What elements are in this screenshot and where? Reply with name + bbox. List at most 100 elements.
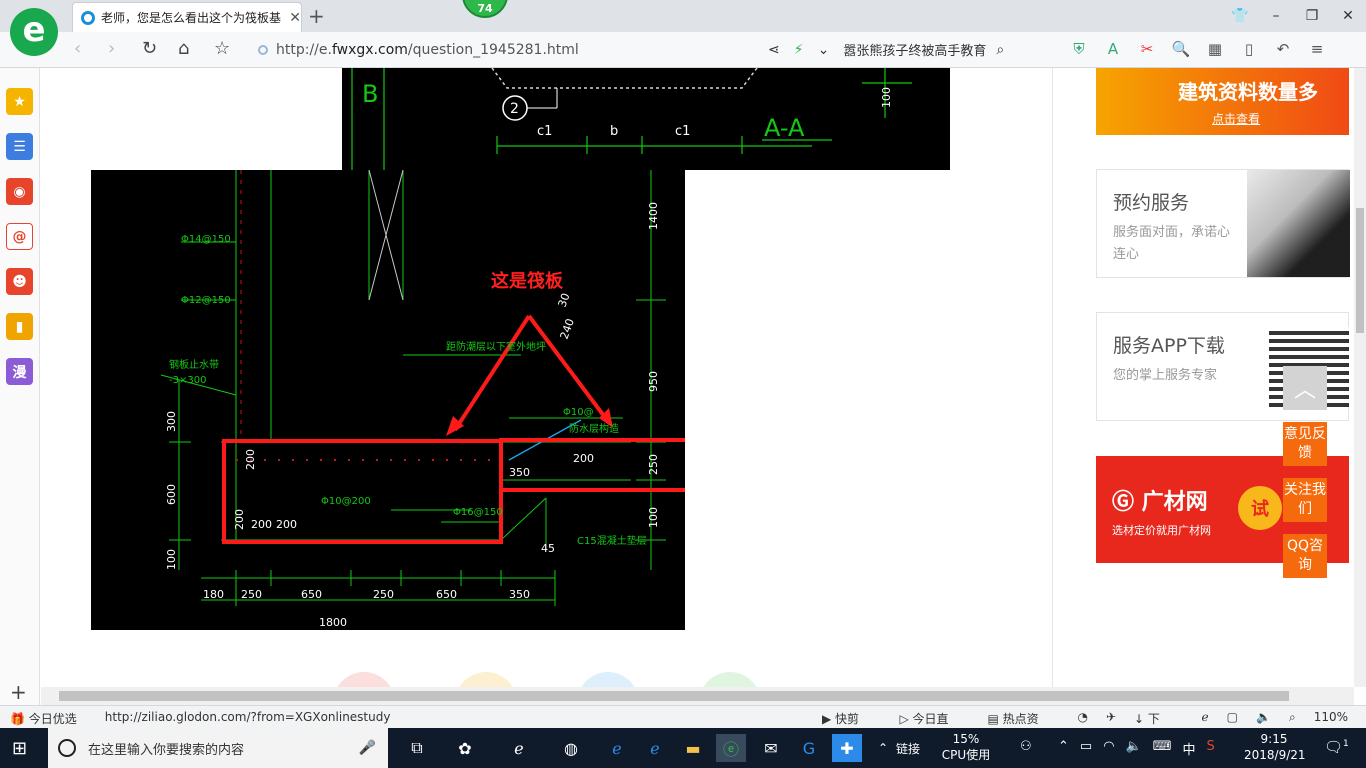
cad-dim-c1b: c1 xyxy=(675,124,690,139)
close-button[interactable]: ✕ xyxy=(1330,0,1366,32)
share-icon[interactable]: ⋖ xyxy=(768,42,780,58)
page-info-icon[interactable] xyxy=(258,45,268,55)
card2-title: 服务APP下载 xyxy=(1113,335,1225,357)
dim-240: 240 xyxy=(558,317,577,341)
search-suggestion[interactable]: 嚣张熊孩子终被高手教育 xyxy=(843,40,986,59)
dim-bottom-3: 250 xyxy=(373,588,394,601)
favorite-star-icon[interactable]: ☆ xyxy=(214,38,230,59)
keyboard-icon[interactable]: ⌨ xyxy=(1153,739,1172,758)
cpu-meter: 15% CPU使用 xyxy=(938,731,994,763)
browser-window: e 老师，您是怎么看出这个为筏板基 ✕ + 74 👕 – ❐ ✕ ‹ › ↻ ⌂… xyxy=(0,0,1366,768)
back-icon[interactable]: ‹ xyxy=(74,38,81,59)
vertical-scroll-thumb[interactable] xyxy=(1356,208,1364,333)
minimize-button[interactable]: – xyxy=(1258,0,1294,32)
clock-date: 2018/9/21 xyxy=(1244,748,1306,762)
cad-dim-b: b xyxy=(610,124,618,139)
fan-app-icon[interactable]: ✿ xyxy=(450,734,480,762)
wifi-icon[interactable]: ◠ xyxy=(1103,739,1114,758)
windows-start-icon[interactable]: ⊞ xyxy=(12,738,27,759)
ie-tab-icon xyxy=(81,10,95,25)
left-sidebar: ★ ☰ ◉ @ ☻ ▮ 漫 + xyxy=(0,68,40,705)
horizontal-scroll-thumb[interactable] xyxy=(59,691,1289,701)
chrome-like-icon[interactable]: ◍ xyxy=(556,734,586,762)
undo-icon[interactable]: ↶ xyxy=(1266,40,1300,58)
translate-icon[interactable]: A xyxy=(1096,40,1130,58)
taskbar-search-placeholder: 在这里输入你要搜索的内容 xyxy=(88,742,245,758)
scissors-icon[interactable]: ✂ xyxy=(1130,40,1164,58)
cad-drawing-top: B 2 c1 b c1 A-A 100 xyxy=(342,68,950,170)
ime-indicator[interactable]: 中 xyxy=(1183,739,1196,758)
bottom-icon-1[interactable] xyxy=(333,672,395,687)
back-to-top-button[interactable]: ︿ xyxy=(1283,366,1327,410)
teamviewer-icon[interactable]: ✚ xyxy=(832,734,862,762)
bottom-icon-3[interactable] xyxy=(577,672,639,687)
game-icon[interactable]: ☻ xyxy=(6,268,33,295)
follow-us-button[interactable]: 关注我们 xyxy=(1283,478,1327,522)
people-icon[interactable]: ⚇ xyxy=(1020,739,1032,754)
speaker-icon[interactable]: 🔈 xyxy=(1126,739,1142,758)
apps-icon[interactable]: ▦ xyxy=(1198,40,1232,58)
refresh-icon[interactable]: ↻ xyxy=(142,38,157,59)
mail-app-icon[interactable]: ✉ xyxy=(756,734,786,762)
device-icon[interactable]: ▯ xyxy=(1232,40,1266,58)
glodon-icon[interactable]: G xyxy=(794,734,824,762)
horizontal-scrollbar[interactable] xyxy=(41,687,1354,705)
weibo-icon[interactable]: ◉ xyxy=(6,178,33,205)
sogou-icon[interactable]: S xyxy=(1207,739,1215,758)
booking-service-card[interactable]: 预约服务 服务面对面，承诺心连心 xyxy=(1096,169,1350,278)
browser-logo[interactable]: e xyxy=(10,8,58,56)
notification-badge[interactable]: 74 xyxy=(462,0,508,18)
maximize-button[interactable]: ❐ xyxy=(1294,0,1330,32)
ad1-link[interactable]: 点击查看 xyxy=(1212,110,1260,127)
browser-tab[interactable]: 老师，您是怎么看出这个为筏板基 ✕ xyxy=(72,2,302,32)
shield-icon[interactable]: ⛨ xyxy=(1062,40,1096,58)
address-bar[interactable]: http://e.fwxgx.com/question_1945281.html xyxy=(258,37,758,63)
taskbar-search[interactable]: 在这里输入你要搜索的内容 🎤 xyxy=(48,728,388,768)
action-center-icon[interactable]: 🗨1 xyxy=(1324,738,1349,756)
tab-close-icon[interactable]: ✕ xyxy=(289,10,301,26)
task-view-icon[interactable]: ⧉ xyxy=(402,734,432,762)
news-icon[interactable]: ☰ xyxy=(6,133,33,160)
menu-icon[interactable]: ≡ xyxy=(1300,40,1334,58)
ie-icon[interactable]: ℯ xyxy=(640,734,670,762)
magnifier-icon[interactable]: 🔍 xyxy=(1164,40,1198,58)
book-icon[interactable]: ▮ xyxy=(6,313,33,340)
edge-icon[interactable]: ℯ xyxy=(504,734,534,762)
cad-dim-100: 100 xyxy=(880,87,893,108)
ad-building-materials[interactable]: 建筑资料数量多 点击查看 xyxy=(1096,68,1349,135)
bottom-icon-2[interactable] xyxy=(455,672,517,687)
browser-active-icon[interactable]: ⓔ xyxy=(716,734,746,762)
add-sidebar-icon[interactable]: + xyxy=(10,680,27,704)
dim-950: 950 xyxy=(647,371,660,392)
favorites-star-icon[interactable]: ★ xyxy=(6,88,33,115)
dim-bottom-1: 250 xyxy=(241,588,262,601)
tray-chevron-icon[interactable]: ⌃ xyxy=(1058,739,1069,758)
clock[interactable]: 9:15 2018/9/21 xyxy=(1244,731,1306,763)
feedback-button[interactable]: 意见反馈 xyxy=(1283,422,1327,466)
home-icon[interactable]: ⌂ xyxy=(178,38,189,59)
forward-icon[interactable]: › xyxy=(108,38,115,59)
new-tab-button[interactable]: + xyxy=(308,4,325,28)
speed-icon[interactable]: ⚡ xyxy=(794,42,804,58)
qq-consult-button[interactable]: QQ咨询 xyxy=(1283,534,1327,578)
daily-picks-link[interactable]: 🎁 今日优选 xyxy=(10,710,91,727)
taskbar: ⊞ 在这里输入你要搜索的内容 🎤 ⧉ ✿ ℯ ◍ ℯ ℯ ▬ ⓔ ✉ G ✚ ⌃… xyxy=(0,728,1366,768)
vertical-scrollbar[interactable] xyxy=(1354,68,1366,687)
ie-edge-icon[interactable]: ℯ xyxy=(602,734,632,762)
cad-label-b: B xyxy=(362,80,378,108)
url-text[interactable]: http://e.fwxgx.com/question_1945281.html xyxy=(276,42,579,58)
bottom-icon-4[interactable] xyxy=(699,672,761,687)
taskbar-scroll-icon[interactable]: ⌃ xyxy=(868,734,898,762)
ad2-subtitle: 选材定价就用广材网 xyxy=(1112,524,1211,537)
comic-icon[interactable]: 漫 xyxy=(6,358,33,385)
links-toolbar[interactable]: 链接 xyxy=(896,740,920,757)
microphone-icon[interactable]: 🎤 xyxy=(359,740,376,756)
file-explorer-icon[interactable]: ▬ xyxy=(678,734,708,762)
ad2-brand: Ⓖ 广材网 xyxy=(1112,490,1208,515)
skin-icon[interactable]: 👕 xyxy=(1222,0,1258,32)
network-icon[interactable]: ▭ xyxy=(1080,739,1092,758)
search-icon[interactable]: ⌕ xyxy=(996,42,1004,58)
rebar-label-10b: Φ10@ xyxy=(563,407,594,418)
mail-icon[interactable]: @ xyxy=(6,223,33,250)
chevron-down-icon[interactable]: ⌄ xyxy=(818,42,830,58)
